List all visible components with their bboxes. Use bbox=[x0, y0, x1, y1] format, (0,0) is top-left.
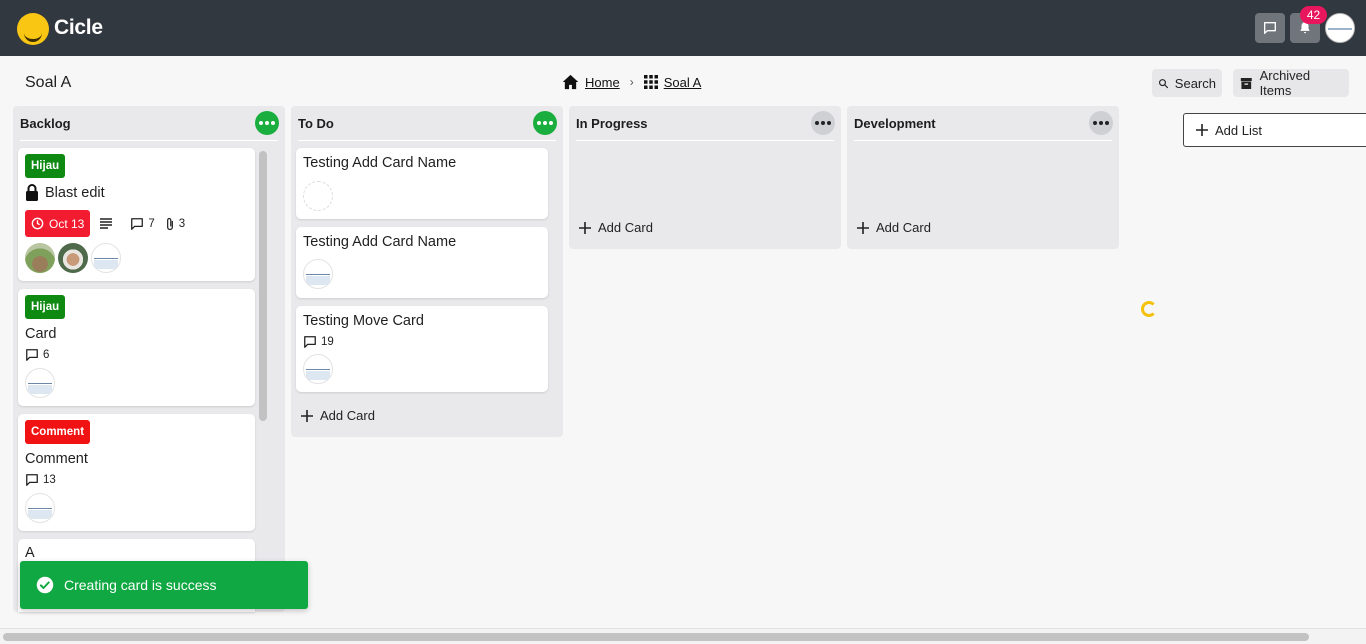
card-title: Testing Add Card Name bbox=[303, 155, 457, 171]
add-list-button[interactable]: Add List bbox=[1183, 113, 1366, 147]
list-divider bbox=[854, 140, 1112, 141]
page-title: Soal A bbox=[25, 74, 72, 91]
add-card-label: Add Card bbox=[320, 408, 375, 423]
check-circle-icon bbox=[36, 576, 54, 594]
list-divider bbox=[576, 140, 834, 141]
plus-icon bbox=[301, 409, 313, 422]
member-avatar bbox=[25, 243, 55, 273]
loading-spinner-icon bbox=[1141, 301, 1157, 317]
archived-items-button[interactable]: Archived Items bbox=[1233, 68, 1349, 98]
member-avatar bbox=[25, 493, 55, 523]
add-card-label: Add Card bbox=[598, 220, 653, 235]
card-title: Card bbox=[25, 326, 57, 342]
list-title: Backlog bbox=[20, 116, 71, 131]
attachment-count: 3 bbox=[178, 217, 186, 230]
card[interactable]: Hijau Card 6 bbox=[18, 289, 255, 406]
card-label: Hijau bbox=[25, 154, 66, 178]
member-avatar bbox=[25, 368, 55, 398]
card[interactable]: Testing Add Card Name bbox=[296, 148, 548, 219]
breadcrumb-board-link[interactable]: Soal A bbox=[664, 75, 702, 90]
card-title-row: Blast edit bbox=[25, 184, 105, 201]
member-avatar bbox=[58, 243, 88, 273]
add-list-label: Add List bbox=[1215, 122, 1262, 138]
breadcrumb: Home › Soal A bbox=[562, 74, 701, 90]
notification-count-badge[interactable]: 42 bbox=[1300, 6, 1327, 24]
toast-message: Creating card is success bbox=[64, 577, 217, 593]
add-card-button[interactable]: Add Card bbox=[301, 408, 375, 423]
breadcrumb-home-link[interactable]: Home bbox=[585, 75, 620, 90]
list-in-progress: In Progress Add Card bbox=[569, 106, 841, 249]
list-title: Development bbox=[854, 116, 936, 131]
comment-icon bbox=[304, 336, 316, 348]
card-title: Comment bbox=[25, 451, 88, 467]
list-backlog: Backlog Hijau Blast edit Oct 13 7 3 Hija… bbox=[13, 106, 285, 612]
card-meta: 6 bbox=[25, 348, 49, 362]
plus-icon bbox=[1196, 124, 1208, 136]
comment-count: 7 bbox=[148, 217, 155, 230]
due-date-badge[interactable]: Oct 13 bbox=[25, 210, 91, 237]
chat-icon bbox=[1264, 22, 1276, 34]
member-avatar bbox=[303, 259, 333, 289]
card-label: Hijau bbox=[25, 295, 66, 319]
list-menu-button[interactable] bbox=[533, 111, 557, 135]
list-divider bbox=[20, 140, 278, 141]
list-menu-button[interactable] bbox=[811, 111, 835, 135]
breadcrumb-separator: › bbox=[629, 75, 634, 89]
card-title: Testing Add Card Name bbox=[303, 234, 457, 250]
comment-icon bbox=[26, 474, 38, 486]
card-title: A bbox=[25, 545, 35, 561]
list-menu-button[interactable] bbox=[255, 111, 279, 135]
board-horizontal-scrollbar[interactable] bbox=[0, 628, 1366, 644]
clock-icon bbox=[31, 217, 44, 230]
top-bar: Cicle 42 bbox=[0, 0, 1366, 56]
card-meta: 19 bbox=[303, 335, 334, 349]
list-to-do: To Do Testing Add Card Name Testing Add … bbox=[291, 106, 563, 437]
card[interactable]: Testing Move Card 19 bbox=[296, 306, 548, 392]
card[interactable]: Testing Add Card Name bbox=[296, 227, 548, 298]
list-title: In Progress bbox=[576, 116, 648, 131]
list-menu-button[interactable] bbox=[1089, 111, 1113, 135]
card-title: Blast edit bbox=[45, 184, 105, 201]
archived-items-label: Archived Items bbox=[1259, 68, 1311, 98]
description-icon bbox=[100, 218, 113, 229]
card-meta: Oct 13 7 3 bbox=[25, 210, 185, 237]
home-icon bbox=[562, 74, 579, 90]
list-scrollbar[interactable] bbox=[259, 151, 267, 421]
scrollbar-thumb[interactable] bbox=[3, 633, 1309, 641]
search-button[interactable]: Search bbox=[1152, 69, 1222, 97]
member-avatar bbox=[303, 354, 333, 384]
card[interactable]: Comment Comment 13 bbox=[18, 414, 255, 531]
comment-count: 19 bbox=[321, 336, 334, 348]
due-date: Oct 13 bbox=[49, 216, 85, 231]
comment-icon bbox=[26, 349, 38, 361]
card[interactable]: Hijau Blast edit Oct 13 7 3 bbox=[18, 148, 255, 281]
card-label: Comment bbox=[25, 420, 91, 444]
comment-icon bbox=[131, 217, 144, 230]
member-avatar bbox=[303, 181, 333, 211]
cicle-logo[interactable] bbox=[17, 13, 49, 45]
lock-icon bbox=[26, 184, 38, 201]
comment-count: 13 bbox=[43, 474, 56, 486]
grid-icon bbox=[643, 75, 658, 89]
card-meta: 13 bbox=[25, 473, 56, 487]
add-card-button[interactable]: Add Card bbox=[579, 220, 653, 235]
archive-icon bbox=[1240, 77, 1252, 89]
list-development: Development Add Card bbox=[847, 106, 1119, 249]
plus-icon bbox=[857, 221, 869, 234]
list-title: To Do bbox=[298, 116, 334, 131]
app-name[interactable]: Cicle bbox=[54, 16, 103, 40]
search-icon bbox=[1159, 78, 1169, 88]
search-label: Search bbox=[1174, 75, 1216, 91]
plus-icon bbox=[579, 221, 591, 234]
attachment-icon bbox=[166, 217, 173, 230]
member-avatar bbox=[91, 243, 121, 273]
add-card-label: Add Card bbox=[876, 220, 931, 235]
add-card-button[interactable]: Add Card bbox=[857, 220, 931, 235]
list-divider bbox=[298, 140, 556, 141]
success-toast[interactable]: Creating card is success bbox=[20, 561, 308, 609]
comment-count: 6 bbox=[43, 349, 50, 361]
card-title: Testing Move Card bbox=[303, 313, 424, 329]
user-avatar[interactable] bbox=[1325, 13, 1355, 43]
chat-button[interactable] bbox=[1255, 13, 1285, 43]
